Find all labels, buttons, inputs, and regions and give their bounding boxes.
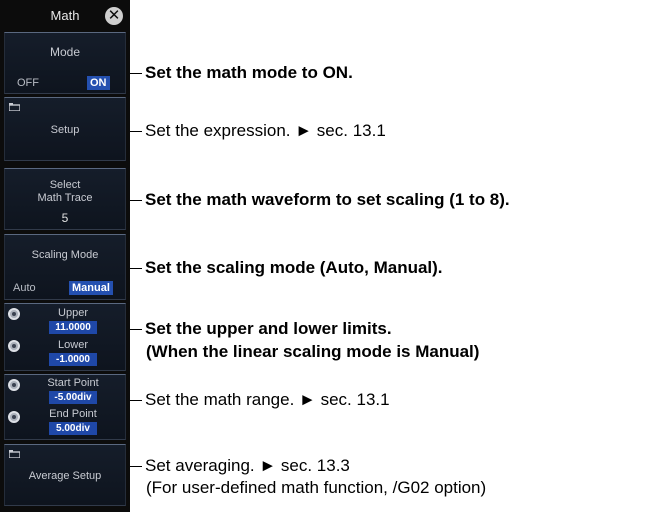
annotation-scaling: Set the scaling mode (Auto, Manual). [130, 257, 443, 279]
start-point-value[interactable]: -5.00div [49, 391, 97, 404]
scaling-mode-softkey[interactable]: Scaling Mode Auto Manual [4, 234, 126, 300]
scaling-mode-label: Scaling Mode [31, 249, 99, 261]
mode-off-option[interactable]: OFF [17, 77, 39, 89]
folder-icon [9, 103, 20, 111]
mode-on-option[interactable]: ON [87, 76, 110, 90]
average-setup-label: Average Setup [28, 470, 102, 482]
annotation-setup-text: Set the expression. ► sec. 13.1 [145, 121, 386, 140]
setup-softkey[interactable]: Setup [4, 97, 126, 161]
annotation-scaling-text: Set the scaling mode (Auto, Manual). [145, 258, 443, 277]
scaling-auto-option[interactable]: Auto [13, 282, 36, 294]
select-math-trace-softkey[interactable]: Select Math Trace 5 [4, 168, 126, 230]
math-range-softkey[interactable]: Start Point -5.00div End Point 5.00div [4, 374, 126, 440]
start-point-label: Start Point [47, 377, 99, 389]
annotation-range-text: Set the math range. ► sec. 13.1 [145, 390, 390, 409]
folder-icon [9, 450, 20, 458]
upper-label: Upper [58, 307, 88, 319]
average-setup-softkey[interactable]: Average Setup [4, 444, 126, 506]
math-trace-label: Math Trace [37, 192, 93, 204]
select-label: Select [49, 179, 81, 191]
annotation-range: Set the math range. ► sec. 13.1 [130, 389, 390, 411]
annotation-mode-text: Set the math mode to ON. [145, 63, 353, 82]
mode-softkey[interactable]: Mode OFF ON [4, 32, 126, 94]
annotation-mode: Set the math mode to ON. [130, 62, 353, 84]
mode-label: Mode [49, 45, 81, 59]
close-icon[interactable]: ✕ [105, 7, 123, 25]
annotation-average: Set averaging. ► sec. 13.3 [130, 455, 350, 477]
end-point-label: End Point [49, 408, 97, 420]
lower-value[interactable]: -1.0000 [49, 353, 97, 366]
lower-knob-icon [8, 340, 20, 352]
math-trace-value: 5 [61, 211, 69, 225]
math-menu-panel: Math ✕ Mode OFF ON Setup Select Math Tra… [0, 0, 130, 512]
scaling-manual-option[interactable]: Manual [69, 281, 113, 295]
annotation-limits-note: (When the linear scaling mode is Manual) [146, 342, 480, 361]
upper-value[interactable]: 11.0000 [49, 321, 97, 334]
annotation-select: Set the math waveform to set scaling (1 … [130, 189, 510, 211]
setup-label: Setup [50, 124, 80, 136]
annotation-limits-text: Set the upper and lower limits. [145, 319, 392, 338]
annotation-average-note: (For user-defined math function, /G02 op… [146, 478, 487, 497]
annotation-limits: Set the upper and lower limits. [130, 318, 392, 340]
start-knob-icon [8, 379, 20, 391]
annotation-average-text: Set averaging. ► sec. 13.3 [145, 456, 350, 475]
annotation-select-text: Set the math waveform to set scaling (1 … [145, 190, 510, 209]
menu-title-label: Math [50, 7, 80, 23]
lower-label: Lower [58, 339, 88, 351]
upper-knob-icon [8, 308, 20, 320]
end-knob-icon [8, 411, 20, 423]
limits-softkey[interactable]: Upper 11.0000 Lower -1.0000 [4, 303, 126, 371]
annotation-setup: Set the expression. ► sec. 13.1 [130, 120, 386, 142]
end-point-value[interactable]: 5.00div [49, 422, 97, 435]
